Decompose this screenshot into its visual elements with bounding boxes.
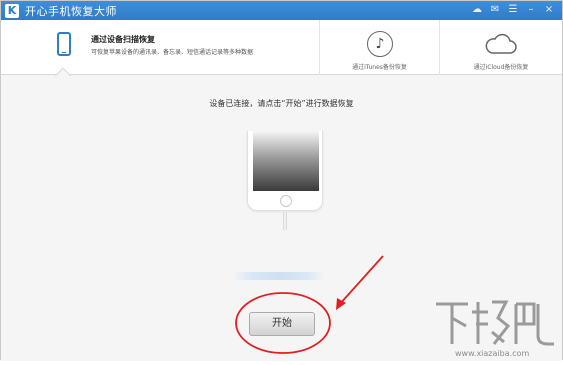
usb-cable <box>283 212 287 230</box>
watermark-logo <box>436 300 554 346</box>
app-title: 开心手机恢复大师 <box>25 4 117 18</box>
skin-icon[interactable]: ☁ <box>470 3 484 17</box>
menu-icon[interactable]: ☰ <box>506 3 520 17</box>
message-icon[interactable]: ✉ <box>488 3 502 17</box>
app-logo-icon: K <box>5 3 19 18</box>
tab-itunes-label: 通过iTunes备份恢复 <box>352 64 407 71</box>
tab-icloud-label: 通过iCloud备份恢复 <box>473 64 529 71</box>
tab-device-scan-subtitle: 可恢复苹果设备的通讯录、备忘录、短信通话记录等多种数据 <box>91 49 254 56</box>
phone-screen <box>253 131 319 191</box>
minimize-button[interactable]: – <box>524 3 538 17</box>
phone-body <box>247 131 323 211</box>
home-button-icon <box>280 195 292 207</box>
tab-device-scan-title: 通过设备扫描恢复 <box>91 35 155 44</box>
connection-progress-bar <box>233 272 325 280</box>
phone-icon <box>57 32 71 56</box>
title-bar: K 开心手机恢复大师 ☁ ✉ ☰ – × <box>1 1 562 20</box>
mode-tabs: 通过设备扫描恢复 可恢复苹果设备的通讯录、备忘录、短信通话记录等多种数据 ♪ 通… <box>1 20 562 85</box>
tab-itunes-backup[interactable]: ♪ 通过iTunes备份恢复 <box>319 20 439 75</box>
close-button[interactable]: × <box>542 3 556 17</box>
start-button[interactable]: 开始 <box>249 312 315 336</box>
instruction-text: 设备已连接，请点击“开始”进行数据恢复 <box>209 99 354 108</box>
music-note-icon: ♪ <box>367 31 393 57</box>
window-controls: ☁ ✉ ☰ – × <box>470 3 556 17</box>
cloud-icon <box>485 33 517 54</box>
tab-device-scan[interactable]: 通过设备扫描恢复 可恢复苹果设备的通讯录、备忘录、短信通话记录等多种数据 <box>1 20 319 85</box>
watermark-url: www.xiazaiba.com <box>455 349 530 358</box>
tab-icloud-backup[interactable]: 通过iCloud备份恢复 <box>439 20 562 75</box>
device-illustration <box>247 131 323 231</box>
